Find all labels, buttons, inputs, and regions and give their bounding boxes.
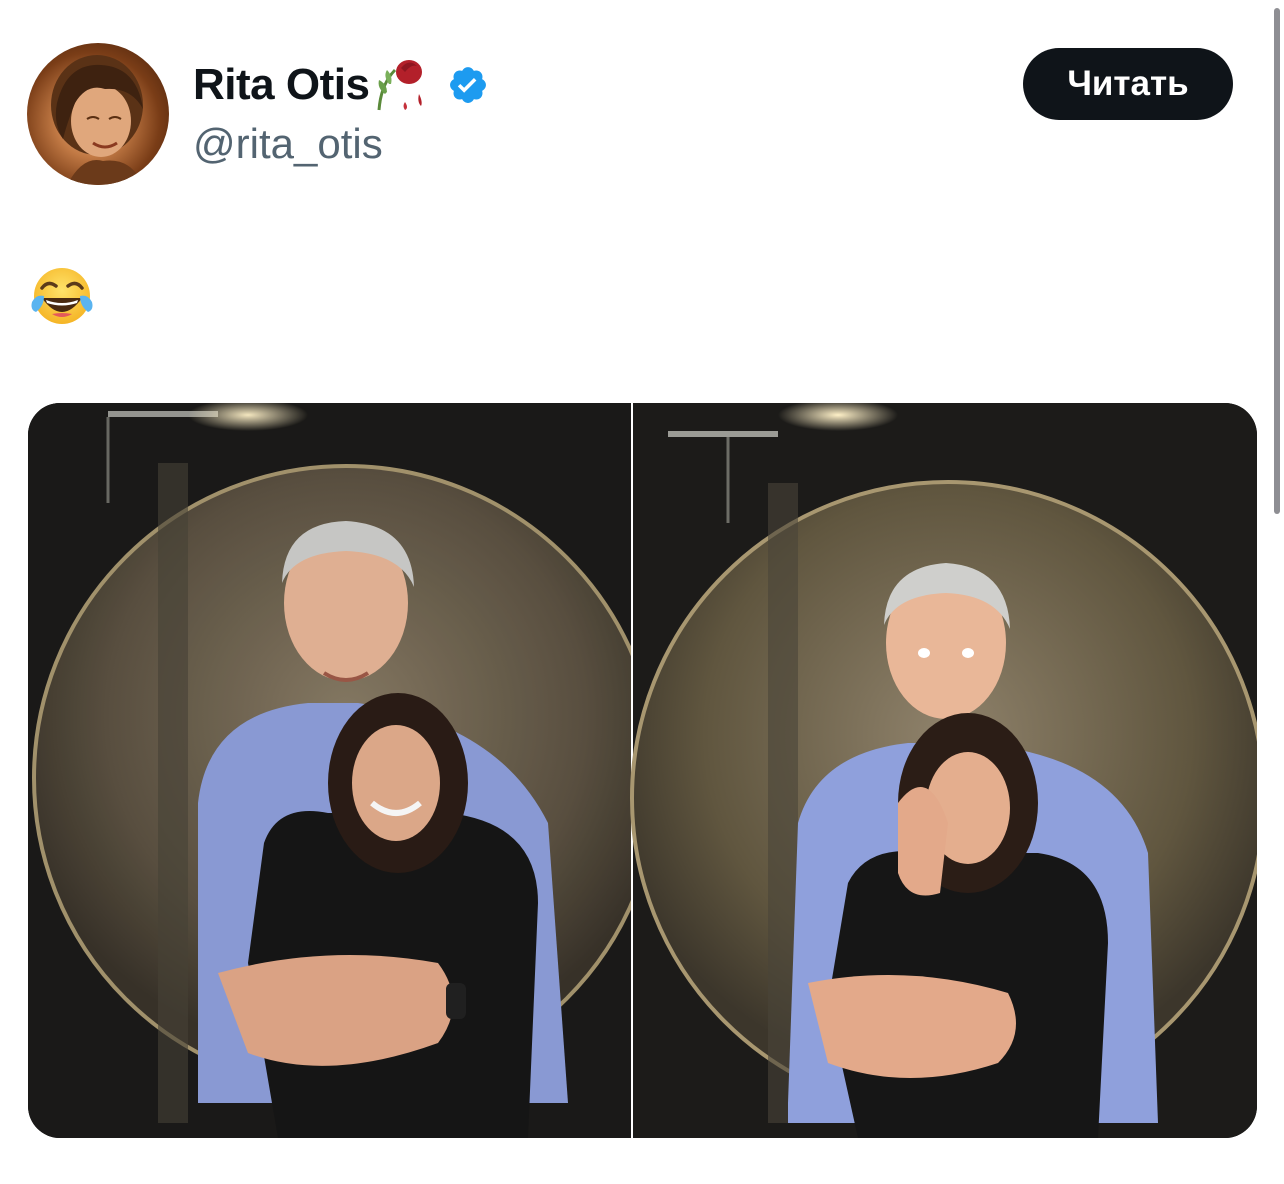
wilted-rose-icon xyxy=(375,54,431,117)
verified-badge-icon xyxy=(450,67,487,103)
follow-button[interactable]: Читать xyxy=(1023,48,1233,120)
face-with-tears-of-joy-icon xyxy=(31,268,93,324)
author-display-name[interactable]: Rita Otis xyxy=(193,60,370,110)
scrollbar[interactable] xyxy=(1274,8,1280,514)
author-handle[interactable]: @rita_otis xyxy=(193,120,383,168)
author-name-row[interactable]: Rita Otis xyxy=(193,56,489,114)
tweet-media[interactable] xyxy=(28,403,1257,1138)
tweet-text xyxy=(30,266,94,333)
photo-right[interactable] xyxy=(28,403,1257,1138)
author-avatar[interactable] xyxy=(27,43,169,185)
